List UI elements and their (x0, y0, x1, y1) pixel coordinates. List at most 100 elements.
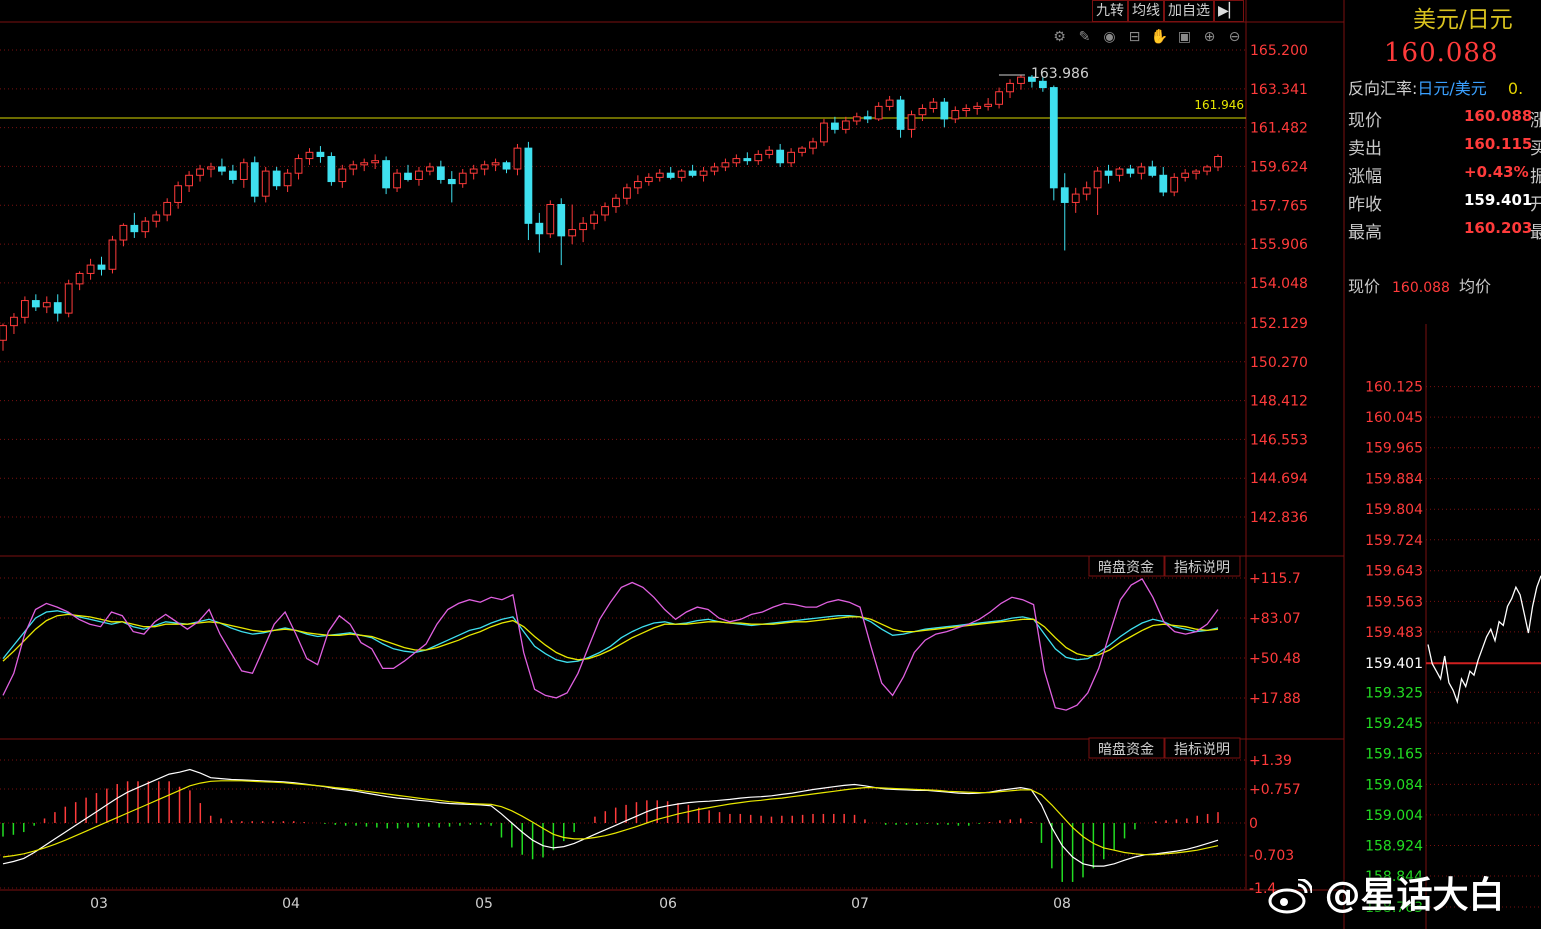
candle (568, 204, 577, 245)
candle (513, 143, 522, 176)
candle-body (1006, 82, 1014, 93)
macd-tick-label: 0 (1249, 816, 1258, 832)
candle-body (918, 107, 927, 116)
candle (447, 171, 456, 203)
candle (830, 116, 839, 134)
reverse-rate-link[interactable]: 日元/美元 (1417, 79, 1486, 98)
panel-button-fund[interactable]: 暗盘资金 (1088, 737, 1165, 759)
hand-icon[interactable]: ✋ (1150, 28, 1169, 47)
panel-button-fund[interactable]: 暗盘资金 (1088, 555, 1165, 577)
drawing-tools: ⚙ ✎ ◉ ⊟ ✋ ▣ ⊕ ⊖ (1050, 28, 1244, 47)
candle (382, 156, 391, 195)
candle-body (1203, 166, 1211, 172)
candle-body (677, 170, 686, 178)
candle-body (830, 122, 839, 130)
panel-button-explain[interactable]: 指标说明 (1164, 737, 1241, 759)
candle-body (940, 101, 949, 120)
candle (1060, 173, 1069, 251)
candle-body (261, 170, 270, 197)
candle (1104, 164, 1113, 184)
candle-body (546, 204, 555, 235)
candle (239, 158, 248, 188)
candlestick-series: 163.986 (0, 66, 1222, 351)
candle-body (185, 174, 193, 187)
candle (480, 160, 489, 176)
y-tick-label: 155.906 (1250, 237, 1308, 253)
candle (491, 158, 500, 172)
candle-body (601, 206, 609, 216)
candle-body (228, 170, 237, 180)
candle (951, 106, 960, 124)
forex-chart: 161.946 163.986 160.125 160.045 159.965 159… (0, 0, 1541, 929)
candle (425, 162, 434, 176)
eye-icon[interactable]: ◉ (1100, 28, 1119, 47)
candle (294, 154, 303, 180)
candle-body (53, 302, 62, 314)
lock-icon[interactable]: ▣ (1175, 28, 1194, 47)
settings-icon[interactable]: ⚙ (1050, 28, 1069, 47)
candle-body (973, 105, 982, 109)
candle (809, 137, 817, 155)
kdj-tick-label: +50.48 (1249, 651, 1301, 667)
reverse-rate-label: 反向汇率: (1348, 79, 1418, 98)
x-tick-label: 05 (475, 896, 493, 912)
max-price-label: 163.986 (1031, 66, 1089, 82)
candle-body (951, 110, 960, 120)
candle-body (196, 168, 204, 176)
candle-body (141, 220, 150, 233)
candle (863, 110, 872, 124)
candle-body (633, 181, 642, 189)
pen-icon[interactable]: ✎ (1075, 28, 1094, 47)
candle (1170, 173, 1179, 197)
kdj-tick-label: +83.07 (1249, 611, 1301, 627)
candle (1214, 154, 1222, 172)
collapse-panel-button[interactable]: ▶▏ (1214, 0, 1244, 22)
candle (754, 150, 763, 165)
panel-button-explain[interactable]: 指标说明 (1164, 555, 1241, 577)
candle (130, 212, 139, 238)
candle (42, 296, 51, 314)
candle-body (1093, 170, 1102, 189)
candle-body (327, 155, 336, 183)
candle (75, 271, 84, 291)
candle-body (425, 166, 434, 172)
candle-body (1214, 155, 1222, 168)
chart-grid (0, 0, 1345, 929)
candle-body (305, 151, 314, 160)
candle (119, 223, 128, 247)
candle (655, 169, 664, 182)
macd-tick-label: -0.703 (1249, 848, 1294, 864)
quote-label: 昨收 (1348, 195, 1382, 215)
current-price: 160.088 (1384, 38, 1499, 68)
kdj-tick-label: +17.88 (1249, 691, 1301, 707)
candle (820, 118, 828, 147)
add-watchlist-button[interactable]: 加自选 (1164, 0, 1214, 22)
panel-button-label: 暗盘资金 (1098, 559, 1154, 576)
watermark-text: @星话大白 (1324, 875, 1505, 916)
moving-average-button[interactable]: 均线 (1128, 0, 1164, 22)
candle (1148, 160, 1157, 178)
quote-row-high: 最高 160.203 最 (1348, 218, 1541, 243)
zoom-in-icon[interactable]: ⊕ (1200, 28, 1219, 47)
zoom-out-icon[interactable]: ⊖ (1225, 28, 1244, 47)
candle-body (360, 162, 369, 166)
candle-body (42, 302, 51, 308)
candle (787, 148, 796, 167)
candle (1049, 85, 1058, 201)
intraday-tick-label: 159.884 (1365, 472, 1423, 488)
candle-body (644, 176, 653, 183)
candle-body (776, 149, 785, 164)
y-tick-label: 157.765 (1250, 198, 1308, 214)
candle-body (524, 147, 533, 224)
jiuzhuan-button[interactable]: 九转 (1092, 0, 1128, 22)
candle-body (272, 170, 281, 187)
intraday-tick-label: 159.325 (1365, 685, 1423, 701)
basket-icon[interactable]: ⊟ (1125, 28, 1144, 47)
candle-body (97, 264, 106, 270)
candle-body (1192, 170, 1201, 174)
y-tick-label: 163.341 (1250, 82, 1308, 98)
y-tick-label: 148.412 (1250, 394, 1308, 410)
macd-tick-label: +1.39 (1249, 753, 1292, 769)
candle-body (688, 170, 697, 176)
reverse-rate-value: 0. (1507, 79, 1524, 98)
